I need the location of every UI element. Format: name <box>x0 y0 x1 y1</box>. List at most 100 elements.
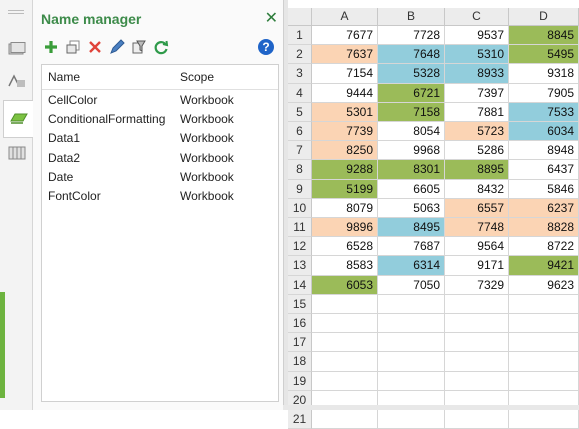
collapse-handle[interactable] <box>0 292 5 398</box>
grid-cell[interactable]: 7881 <box>445 102 509 122</box>
name-row[interactable]: Data2 Workbook <box>42 148 278 167</box>
row-header[interactable]: 14 <box>288 275 312 295</box>
grid-cell[interactable] <box>312 371 378 391</box>
column-header-d[interactable]: D <box>509 8 579 26</box>
row-header[interactable]: 4 <box>288 83 312 103</box>
row-header[interactable]: 8 <box>288 160 312 180</box>
grid-cell[interactable] <box>509 410 579 429</box>
row-header[interactable]: 17 <box>288 333 312 353</box>
grid-cell[interactable]: 8722 <box>509 237 579 257</box>
grid-cell[interactable]: 5328 <box>378 64 445 84</box>
row-header[interactable]: 15 <box>288 294 312 314</box>
grid-cell[interactable] <box>378 333 445 353</box>
grid-cell[interactable]: 9968 <box>378 141 445 161</box>
row-header[interactable]: 16 <box>288 314 312 334</box>
grid-cell[interactable]: 6237 <box>509 198 579 218</box>
row-header[interactable]: 12 <box>288 237 312 257</box>
columns-icon[interactable] <box>8 146 26 160</box>
grid-cell[interactable] <box>312 314 378 334</box>
grid-cell[interactable]: 5495 <box>509 45 579 65</box>
grid-cell[interactable]: 7050 <box>378 275 445 295</box>
row-header[interactable]: 11 <box>288 218 312 238</box>
grid-cell[interactable]: 9288 <box>312 160 378 180</box>
help-button[interactable]: ? <box>256 37 276 57</box>
name-manager-tab[interactable] <box>3 100 34 138</box>
grid-cell[interactable] <box>509 294 579 314</box>
row-header[interactable]: 19 <box>288 371 312 391</box>
grid-cell[interactable]: 5199 <box>312 179 378 199</box>
grid-cell[interactable]: 9896 <box>312 218 378 238</box>
row-header[interactable]: 1 <box>288 26 312 46</box>
grid-cell[interactable]: 5723 <box>445 122 509 142</box>
name-row[interactable]: Date Workbook <box>42 167 278 186</box>
row-header[interactable]: 9 <box>288 179 312 199</box>
row-header[interactable]: 2 <box>288 45 312 65</box>
grid-cell[interactable]: 5286 <box>445 141 509 161</box>
row-header[interactable]: 7 <box>288 141 312 161</box>
grid-cell[interactable]: 7397 <box>445 83 509 103</box>
grid-cell[interactable]: 8054 <box>378 122 445 142</box>
grid-cell[interactable]: 8495 <box>378 218 445 238</box>
row-header[interactable]: 18 <box>288 352 312 372</box>
grid-cell[interactable]: 8583 <box>312 256 378 276</box>
grid-cell[interactable]: 6053 <box>312 275 378 295</box>
grid-cell[interactable] <box>378 410 445 429</box>
grid-cell[interactable]: 7329 <box>445 275 509 295</box>
grid-cell[interactable]: 9564 <box>445 237 509 257</box>
grid-cell[interactable]: 9421 <box>509 256 579 276</box>
rename-button[interactable] <box>107 37 127 57</box>
grid-cell[interactable] <box>509 352 579 372</box>
grid-cell[interactable] <box>509 371 579 391</box>
grid-cell[interactable]: 8432 <box>445 179 509 199</box>
name-row[interactable]: CellColor Workbook <box>42 90 278 109</box>
edit-name-button[interactable] <box>63 37 83 57</box>
delete-name-button[interactable] <box>85 37 105 57</box>
grid-cell[interactable]: 9537 <box>445 26 509 46</box>
grid-cell[interactable]: 7158 <box>378 102 445 122</box>
grid-cell[interactable] <box>445 294 509 314</box>
grid-cell[interactable] <box>445 371 509 391</box>
grid-cell[interactable] <box>312 410 378 429</box>
grid-cell[interactable]: 8250 <box>312 141 378 161</box>
grid-cell[interactable] <box>378 294 445 314</box>
column-header-scope[interactable]: Scope <box>180 70 214 84</box>
grid-cell[interactable] <box>312 352 378 372</box>
grid-cell[interactable]: 9623 <box>509 275 579 295</box>
close-button[interactable]: ✕ <box>265 8 278 28</box>
workbook-icon[interactable] <box>8 42 26 56</box>
grid-cell[interactable]: 7905 <box>509 83 579 103</box>
grid-cell[interactable] <box>445 314 509 334</box>
select-all-corner[interactable] <box>288 8 312 26</box>
row-header[interactable]: 6 <box>288 122 312 142</box>
grid-cell[interactable]: 7748 <box>445 218 509 238</box>
grid-cell[interactable]: 9318 <box>509 64 579 84</box>
grid-cell[interactable] <box>312 294 378 314</box>
row-header[interactable]: 10 <box>288 198 312 218</box>
grid-cell[interactable]: 7687 <box>378 237 445 257</box>
row-header[interactable]: 3 <box>288 64 312 84</box>
grid-cell[interactable]: 5063 <box>378 198 445 218</box>
grid-cell[interactable]: 6605 <box>378 179 445 199</box>
grid-cell[interactable]: 8895 <box>445 160 509 180</box>
column-header-name[interactable]: Name <box>48 70 80 84</box>
row-header[interactable]: 5 <box>288 102 312 122</box>
grid-cell[interactable]: 6721 <box>378 83 445 103</box>
column-header-b[interactable]: B <box>378 8 445 26</box>
grid-cell[interactable]: 5846 <box>509 179 579 199</box>
grid-cell[interactable]: 8079 <box>312 198 378 218</box>
autotext-icon[interactable] <box>8 74 26 88</box>
name-row[interactable]: FontColor Workbook <box>42 186 278 205</box>
name-row[interactable]: ConditionalFormatting Workbook <box>42 109 278 128</box>
grid-cell[interactable]: 8948 <box>509 141 579 161</box>
grid-cell[interactable] <box>378 314 445 334</box>
grid-cell[interactable]: 7154 <box>312 64 378 84</box>
grid-cell[interactable] <box>312 333 378 353</box>
grid-cell[interactable]: 7728 <box>378 26 445 46</box>
grid-cell[interactable] <box>378 352 445 372</box>
grid-cell[interactable]: 7739 <box>312 122 378 142</box>
grid-cell[interactable]: 6437 <box>509 160 579 180</box>
row-header[interactable]: 13 <box>288 256 312 276</box>
column-header-a[interactable]: A <box>312 8 378 26</box>
column-header-c[interactable]: C <box>445 8 509 26</box>
grid-cell[interactable]: 7648 <box>378 45 445 65</box>
